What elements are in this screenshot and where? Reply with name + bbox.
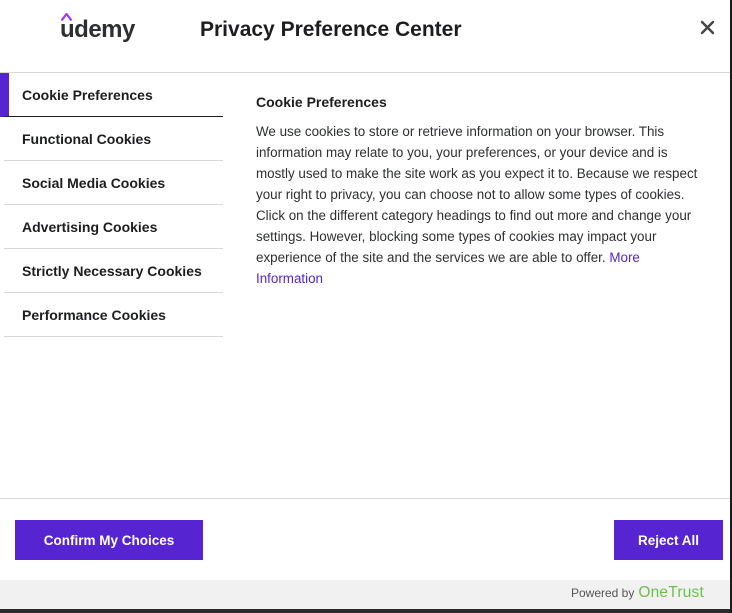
sidebar-item-label: Functional Cookies — [22, 130, 152, 147]
sidebar-item-label: Performance Cookies — [22, 306, 166, 323]
sidebar-item-label: Social Media Cookies — [22, 174, 166, 191]
sidebar-item-performance-cookies[interactable]: Performance Cookies — [4, 293, 223, 337]
sidebar-item-social-media-cookies[interactable]: Social Media Cookies — [4, 161, 223, 205]
dialog-title: Privacy Preference Center — [200, 18, 462, 41]
content-panel: Cookie Preferences We use cookies to sto… — [256, 93, 706, 289]
content-title: Cookie Preferences — [256, 94, 387, 110]
dialog-footer: Confirm My Choices Reject All — [0, 498, 730, 581]
powered-by-bar: Powered by OneTrust — [0, 580, 730, 609]
sidebar-item-advertising-cookies[interactable]: Advertising Cookies — [4, 205, 223, 249]
sidebar-item-strictly-necessary-cookies[interactable]: Strictly Necessary Cookies — [4, 249, 223, 293]
dialog-header: udemy Privacy Preference Center — [0, 0, 730, 73]
category-sidebar: Cookie Preferences Functional Cookies So… — [0, 73, 223, 337]
sidebar-item-label: Cookie Preferences — [22, 86, 153, 103]
privacy-preference-dialog: udemy Privacy Preference Center Cookie P… — [0, 0, 730, 609]
logo-mark-icon — [61, 13, 72, 21]
sidebar-item-label: Strictly Necessary Cookies — [22, 262, 202, 279]
onetrust-logo: OneTrust — [638, 584, 704, 601]
close-button[interactable] — [694, 14, 720, 40]
logo-text: udemy — [60, 13, 135, 44]
sidebar-item-functional-cookies[interactable]: Functional Cookies — [4, 117, 223, 161]
sidebar-item-label: Advertising Cookies — [22, 218, 158, 235]
sidebar-item-cookie-preferences[interactable]: Cookie Preferences — [0, 73, 223, 117]
close-icon — [700, 20, 714, 34]
powered-by-onetrust[interactable]: Powered by OneTrust — [571, 584, 704, 602]
content-body-text: We use cookies to store or retrieve info… — [256, 124, 698, 265]
confirm-my-choices-button[interactable]: Confirm My Choices — [15, 520, 203, 560]
powered-by-label: Powered by — [570, 586, 635, 600]
content-description: We use cookies to store or retrieve info… — [256, 121, 706, 289]
udemy-logo: udemy — [60, 13, 135, 44]
reject-all-button[interactable]: Reject All — [614, 520, 723, 560]
